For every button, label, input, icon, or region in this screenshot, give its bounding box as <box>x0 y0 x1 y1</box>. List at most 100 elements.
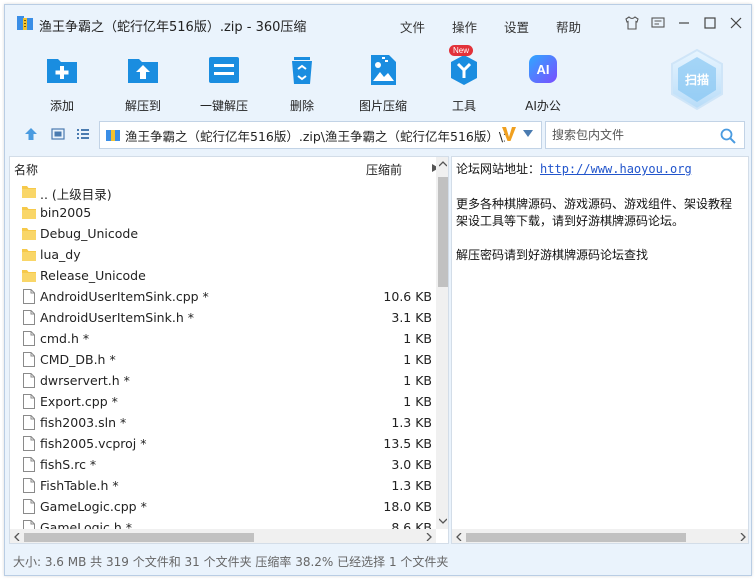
folder-row[interactable]: bin2005 <box>10 202 436 223</box>
ai-icon-text: AI <box>537 62 550 77</box>
search-box <box>545 121 745 149</box>
comment-horizontal-scrollbar[interactable] <box>452 529 748 543</box>
menu-settings[interactable]: 设置 <box>504 17 556 36</box>
horizontal-scroll-thumb[interactable] <box>24 533 254 542</box>
file-size: 18.0 KB <box>383 499 432 514</box>
scan-button[interactable]: 扫描 <box>668 47 726 113</box>
file-icon <box>23 457 35 472</box>
file-size: 3.1 KB <box>391 310 432 325</box>
file-row[interactable]: AndroidUserItemSink.h * 3.1 KB <box>10 307 436 328</box>
add-button[interactable]: 添加 <box>27 51 97 114</box>
file-name: dwrservert.h * <box>40 373 130 388</box>
file-name: FishTable.h * <box>40 478 119 493</box>
forum-label: 论坛网站地址： <box>456 162 541 176</box>
folder-row[interactable]: Debug_Unicode <box>10 223 436 244</box>
verified-v-icon <box>502 127 516 141</box>
file-row[interactable]: dwrservert.h * 1 KB <box>10 370 436 391</box>
menu-help[interactable]: 帮助 <box>556 17 608 36</box>
minimize-button[interactable] <box>673 13 695 33</box>
file-row[interactable]: Export.cpp * 1 KB <box>10 391 436 412</box>
toolbar: 添加 解压到 一键解压 删除 图片压缩 New 工具 AI AI办公 <box>5 43 751 113</box>
close-icon <box>730 17 742 29</box>
search-icon[interactable] <box>720 128 736 144</box>
scroll-down-icon[interactable] <box>439 518 447 524</box>
one-click-extract-button[interactable]: 一键解压 <box>189 51 259 114</box>
file-row[interactable]: fish2005.vcproj * 13.5 KB <box>10 433 436 454</box>
minimize-icon <box>679 22 689 24</box>
file-name: CMD_DB.h * <box>40 352 116 367</box>
thumbnail-view-icon[interactable] <box>51 127 65 141</box>
status-bar: 大小: 3.6 MB 共 319 个文件和 31 个文件夹 压缩率 38.2% … <box>5 548 751 572</box>
file-list: .. (上级目录) bin2005 Debug_Unicode lua_dy Relea… <box>10 181 436 538</box>
file-name: fishS.rc * <box>40 457 97 472</box>
menu-file[interactable]: 文件 <box>400 17 452 36</box>
file-size: 1 KB <box>403 373 432 388</box>
file-icon <box>23 478 35 493</box>
file-list-horizontal-scrollbar[interactable] <box>10 529 436 543</box>
file-list-vertical-scrollbar[interactable] <box>436 157 448 529</box>
search-input[interactable] <box>546 122 706 148</box>
file-size: 1 KB <box>403 394 432 409</box>
file-icon <box>23 289 35 304</box>
menu-operate[interactable]: 操作 <box>452 17 504 36</box>
tools-icon <box>451 55 477 85</box>
file-name: Debug_Unicode <box>40 226 139 241</box>
ai-office-button[interactable]: AI AI办公 <box>508 51 578 114</box>
file-row[interactable]: CMD_DB.h * 1 KB <box>10 349 436 370</box>
up-arrow-icon[interactable] <box>24 127 38 141</box>
tools-button[interactable]: New 工具 <box>429 45 499 114</box>
scroll-left-icon[interactable] <box>456 533 462 541</box>
close-button[interactable] <box>725 13 747 33</box>
file-name: lua_dy <box>40 247 81 262</box>
chevron-down-icon[interactable] <box>523 130 533 138</box>
file-row[interactable]: cmd.h * 1 KB <box>10 328 436 349</box>
comment-scroll-thumb[interactable] <box>466 533 686 542</box>
zip-app-icon <box>17 16 33 30</box>
address-path: 渔王争霸之（蛇行亿年516版）.zip\渔王争霸之（蛇行亿年516版）\鱼 <box>125 128 505 144</box>
feedback-button[interactable] <box>647 13 669 33</box>
window-title: 渔王争霸之（蛇行亿年516版）.zip - 360压缩 <box>39 20 307 35</box>
folder-row[interactable]: Release_Unicode <box>10 265 436 286</box>
maximize-icon <box>704 17 716 29</box>
maximize-button[interactable] <box>699 13 721 33</box>
main-window: 渔王争霸之（蛇行亿年516版）.zip - 360压缩 文件 操作 设置 帮助 <box>4 4 752 576</box>
file-row[interactable]: fishS.rc * 3.0 KB <box>10 454 436 475</box>
skin-button[interactable] <box>621 13 643 33</box>
scroll-right-icon[interactable] <box>740 533 746 541</box>
delete-button[interactable]: 删除 <box>267 51 337 114</box>
forum-link[interactable]: http://www.haoyou.org <box>540 162 692 176</box>
folder-icon <box>22 186 36 198</box>
file-size: 1 KB <box>403 331 432 346</box>
list-view-icon[interactable] <box>76 127 90 141</box>
address-bar[interactable]: 渔王争霸之（蛇行亿年516版）.zip\渔王争霸之（蛇行亿年516版）\鱼 <box>99 121 542 149</box>
column-name-header[interactable]: 名称 <box>14 161 38 178</box>
file-size: 1.3 KB <box>391 478 432 493</box>
file-icon <box>23 499 35 514</box>
archive-comment-pane: 论坛网站地址：http://www.haoyou.org 更多各种棋牌源码、游戏… <box>451 156 749 544</box>
file-row[interactable]: FishTable.h * 1.3 KB <box>10 475 436 496</box>
file-row[interactable]: fish2003.sln * 1.3 KB <box>10 412 436 433</box>
extract-to-button[interactable]: 解压到 <box>108 51 178 114</box>
scroll-left-icon[interactable] <box>14 533 20 541</box>
scroll-up-icon[interactable] <box>439 161 447 167</box>
vertical-scroll-thumb[interactable] <box>438 177 448 287</box>
file-icon <box>23 373 35 388</box>
extract-to-icon <box>128 59 158 83</box>
file-icon <box>23 352 35 367</box>
column-size-header[interactable]: 压缩前 <box>366 161 402 178</box>
feedback-icon <box>651 17 665 28</box>
image-compress-button[interactable]: 图片压缩 <box>348 51 418 114</box>
file-name: AndroidUserItemSink.cpp * <box>40 289 209 304</box>
file-row[interactable]: GameLogic.cpp * 18.0 KB <box>10 496 436 517</box>
scan-label: 扫描 <box>685 72 709 87</box>
file-icon <box>23 310 35 325</box>
forum-line: 论坛网站地址：http://www.haoyou.org <box>456 160 692 177</box>
file-icon <box>23 331 35 346</box>
delete-label: 删除 <box>289 99 314 113</box>
file-row[interactable]: AndroidUserItemSink.cpp * 10.6 KB <box>10 286 436 307</box>
menu-bar: 文件 操作 设置 帮助 <box>400 17 608 36</box>
folder-icon <box>22 270 36 282</box>
folder-row[interactable]: .. (上级目录) <box>10 181 436 202</box>
folder-row[interactable]: lua_dy <box>10 244 436 265</box>
scroll-right-icon[interactable] <box>426 533 432 541</box>
